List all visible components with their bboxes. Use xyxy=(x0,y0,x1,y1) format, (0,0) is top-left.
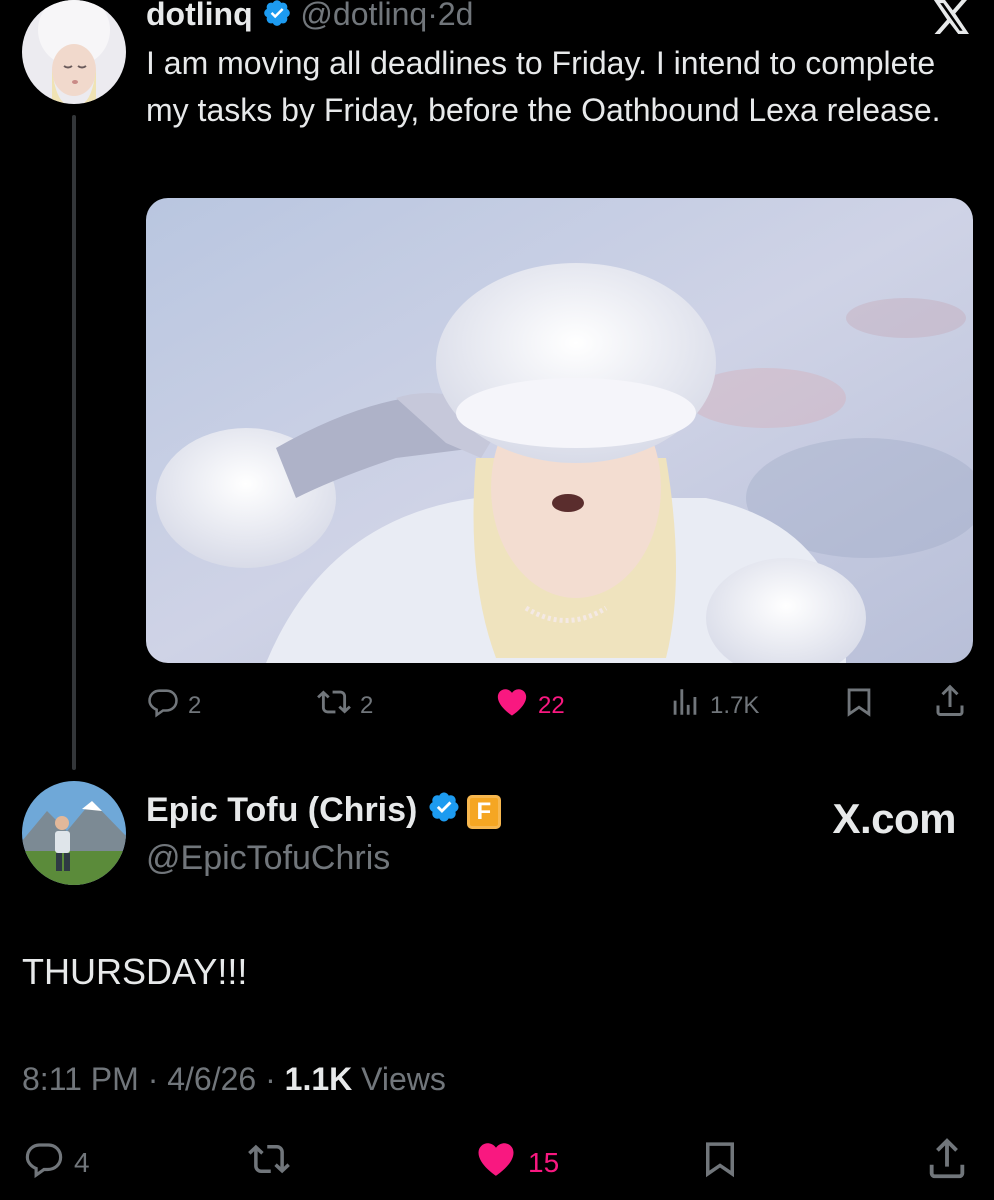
reply-button[interactable]: 2 xyxy=(146,685,201,726)
brand-watermark: X.com xyxy=(832,795,956,842)
separator: · xyxy=(147,1061,159,1097)
views-icon xyxy=(668,685,702,726)
views-count: 1.7K xyxy=(710,691,760,719)
reply-icon xyxy=(146,685,180,726)
like-count: 22 xyxy=(538,691,565,719)
affiliate-badge[interactable]: F xyxy=(466,795,501,830)
bookmark-icon xyxy=(698,1138,742,1187)
handle[interactable]: @dotlinq xyxy=(300,0,427,32)
share-button[interactable] xyxy=(924,1136,970,1189)
avatar-epic-tofu-chris[interactable] xyxy=(22,781,126,885)
like-count: 15 xyxy=(528,1146,560,1178)
display-name[interactable]: dotlinq xyxy=(146,0,253,32)
tweet2-text: THURSDAY!!! xyxy=(22,951,248,992)
views-button[interactable]: 1.7K xyxy=(668,685,759,726)
post-date[interactable]: 4/6/26 xyxy=(167,1061,256,1097)
like-button[interactable]: 22 xyxy=(494,685,565,726)
share-icon xyxy=(924,1136,970,1189)
repost-count: 2 xyxy=(360,691,374,719)
views-count: 1.1K xyxy=(284,1061,353,1097)
time-ago[interactable]: 2d xyxy=(438,0,474,32)
heart-icon xyxy=(472,1138,520,1187)
verified-badge-icon xyxy=(262,0,292,37)
handle[interactable]: @EpicTofuChris xyxy=(146,836,390,880)
share-icon xyxy=(932,683,968,726)
repost-button[interactable] xyxy=(246,1138,292,1187)
share-button[interactable] xyxy=(932,683,968,726)
tweet1-media-image[interactable] xyxy=(146,198,973,663)
display-name[interactable]: Epic Tofu (Chris) xyxy=(146,791,417,829)
bookmark-button[interactable] xyxy=(842,685,876,726)
heart-icon xyxy=(494,685,530,726)
thread-connector-line xyxy=(72,115,76,770)
reply-count: 4 xyxy=(74,1146,90,1178)
avatar-dotlinq[interactable] xyxy=(22,0,126,104)
separator: · xyxy=(265,1061,276,1097)
x-logo-icon xyxy=(932,0,972,39)
tweet1-header: dotlinq @dotlinq·2d xyxy=(146,0,473,37)
reply-count: 2 xyxy=(188,691,202,719)
bookmark-icon xyxy=(842,685,876,726)
repost-button[interactable]: 2 xyxy=(316,685,373,726)
views-label[interactable]: Views xyxy=(361,1061,446,1097)
verified-badge-icon xyxy=(427,790,461,835)
reply-button[interactable]: 4 xyxy=(22,1138,90,1187)
repost-icon xyxy=(246,1138,292,1187)
like-button[interactable]: 15 xyxy=(472,1138,559,1187)
tweet2-meta: 8:11 PM · 4/6/26 · 1.1K Views xyxy=(22,1058,446,1100)
tweet1-text: I am moving all deadlines to Friday. I i… xyxy=(146,45,941,128)
post-time[interactable]: 8:11 PM xyxy=(22,1061,139,1097)
reply-icon xyxy=(22,1138,66,1187)
tweet2-header: Epic Tofu (Chris) F xyxy=(146,788,501,835)
repost-icon xyxy=(316,685,352,726)
bookmark-button[interactable] xyxy=(698,1138,742,1187)
separator: · xyxy=(427,0,438,32)
